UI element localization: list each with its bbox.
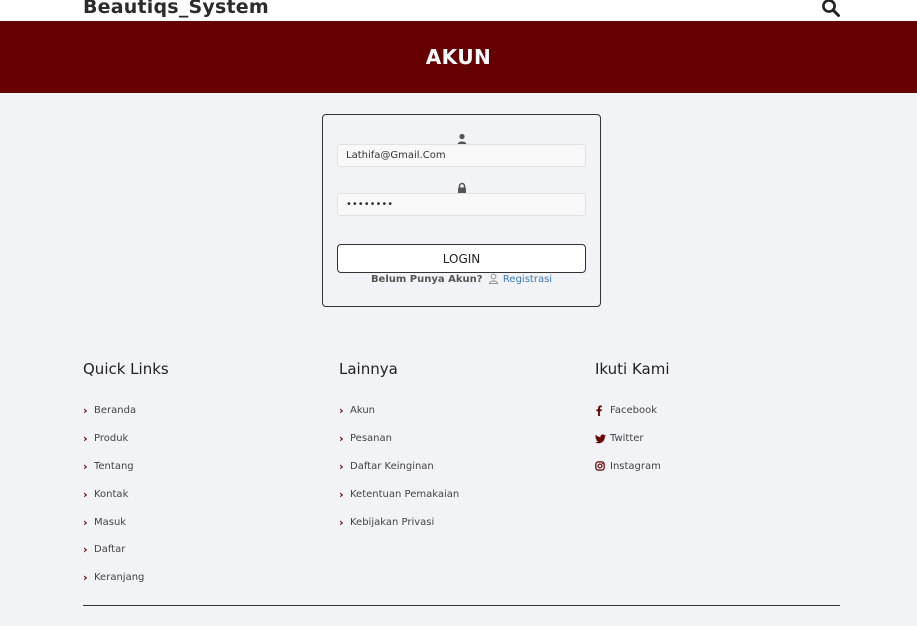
chevron-right-icon: › [83,404,88,418]
chevron-right-icon: › [83,487,88,501]
footer-link-tentang[interactable]: › Tentang [83,453,169,481]
footer-divider [83,605,840,606]
footer-link-kontak[interactable]: › Kontak [83,480,169,508]
footer-link-masuk[interactable]: › Masuk [83,508,169,536]
page-title: AKUN [425,45,492,69]
footer-link-akun[interactable]: › Akun [339,397,459,425]
footer-link-daftar[interactable]: › Daftar [83,536,169,564]
footer-link-pesanan[interactable]: › Pesanan [339,425,459,453]
lock-icon [456,179,468,194]
chevron-right-icon: › [83,432,88,446]
email-field[interactable] [337,144,586,167]
chevron-right-icon: › [339,515,344,529]
footer-link-daftar-keinginan[interactable]: › Daftar Keinginan [339,453,459,481]
chevron-right-icon: › [339,459,344,473]
search-icon[interactable] [821,0,841,18]
quick-links-title: Quick Links [83,360,169,378]
chevron-right-icon: › [339,404,344,418]
twitter-icon [595,434,607,444]
page-banner: AKUN [0,21,917,93]
brand-logo[interactable]: Beautiqs_System [83,0,269,18]
chevron-right-icon: › [83,459,88,473]
user-icon [456,130,468,145]
instagram-icon [595,461,607,472]
footer-others: Lainnya › Akun › Pesanan › Daftar Keinginan… [339,360,459,536]
login-button[interactable]: LOGIN [337,244,586,273]
facebook-icon [595,405,607,417]
login-form: LOGIN Belum Punya Akun? Registrasi [322,114,601,307]
footer-follow: Ikuti Kami Facebook Twitter Instagram [595,360,670,480]
follow-title: Ikuti Kami [595,360,670,378]
chevron-right-icon: › [339,432,344,446]
footer-link-beranda[interactable]: › Beranda [83,397,169,425]
footer-link-keranjang[interactable]: › Keranjang [83,564,169,592]
register-prompt-text: Belum Punya Akun? [370,274,483,285]
footer-quick-links: Quick Links › Beranda › Produk › Tentang › K… [83,360,169,592]
footer-link-twitter[interactable]: Twitter [595,425,670,453]
footer-link-kebijakan-privasi[interactable]: › Kebijakan Privasi [339,508,459,536]
chevron-right-icon: › [83,543,88,557]
chevron-right-icon: › [83,515,88,529]
others-title: Lainnya [339,360,398,378]
footer-link-facebook[interactable]: Facebook [595,397,670,425]
chevron-right-icon: › [339,487,344,501]
password-field[interactable] [337,193,586,216]
user-outline-icon [488,273,499,287]
footer-link-instagram[interactable]: Instagram [595,453,670,481]
register-prompt-line: Belum Punya Akun? Registrasi [323,273,600,287]
top-navbar: Beautiqs_System [0,0,917,21]
footer-link-produk[interactable]: › Produk [83,425,169,453]
register-link[interactable]: Registrasi [503,274,552,285]
footer-link-ketentuan-pemakaian[interactable]: › Ketentuan Pemakaian [339,480,459,508]
chevron-right-icon: › [83,571,88,585]
